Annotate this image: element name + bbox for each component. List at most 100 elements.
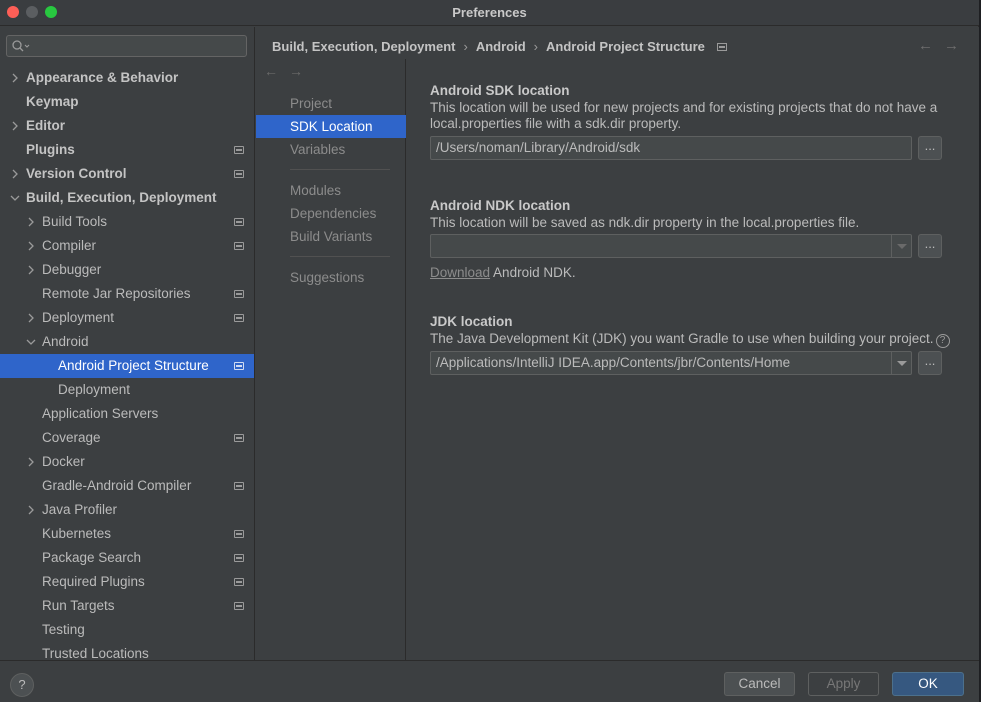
tree-item-label: Deployment [42,310,115,325]
back-arrow-icon[interactable]: ← [918,37,933,54]
project-level-icon [234,218,244,226]
tree-item[interactable]: Docker [0,450,254,474]
nav-divider [290,169,390,170]
tree-item-label: Build, Execution, Deployment [26,190,217,205]
chevron-right-icon[interactable] [25,306,37,330]
ok-button[interactable]: OK [892,672,964,696]
chevron-right-icon[interactable] [25,234,37,258]
nav-back-icon[interactable]: ← [264,63,278,79]
chevron-down-icon[interactable] [9,186,21,210]
chevron-right-icon[interactable] [25,258,37,282]
ndk-path-combo[interactable] [430,234,912,258]
chevron-down-icon[interactable] [891,235,911,257]
tree-item[interactable]: Build Tools [0,210,254,234]
project-level-icon [234,362,244,370]
tree-item[interactable]: Deployment [0,306,254,330]
tree-item-label: Application Servers [42,406,159,421]
project-level-icon [234,290,244,298]
nav-item-build-variants[interactable]: Build Variants [256,225,406,248]
tree-item[interactable]: Appearance & Behavior [0,66,254,90]
tree-item-label: Docker [42,454,85,469]
project-level-icon [234,578,244,586]
tree-item[interactable]: Android [0,330,254,354]
sdk-section-title: Android SDK location [430,83,570,98]
tree-item[interactable]: Application Servers [0,402,254,426]
download-ndk-link[interactable]: Download [430,265,490,280]
sdk-path-field[interactable]: /Users/noman/Library/Android/sdk [430,136,912,160]
chevron-down-icon[interactable] [25,330,37,354]
ndk-browse-button[interactable]: ... [918,234,942,258]
apply-button[interactable]: Apply [808,672,879,696]
project-level-icon [234,554,244,562]
project-level-icon [234,242,244,250]
tree-item[interactable]: Package Search [0,546,254,570]
download-ndk-suffix: Android NDK. [490,265,576,280]
tree-item[interactable]: Editor [0,114,254,138]
breadcrumb-separator: › [463,39,468,55]
tree-item[interactable]: Android Project Structure [0,354,254,378]
help-button[interactable]: ? [10,673,34,697]
tree-item[interactable]: Kubernetes [0,522,254,546]
chevron-right-icon[interactable] [25,210,37,234]
settings-search-input[interactable] [6,35,247,57]
jdk-path-combo[interactable]: /Applications/IntelliJ IDEA.app/Contents… [430,351,912,375]
breadcrumb-separator: › [533,39,538,55]
ndk-download-row: Download Android NDK. [430,265,950,281]
breadcrumb-item[interactable]: Android [476,39,526,54]
tree-item[interactable]: Trusted Locations [0,642,254,660]
tree-item-label: Required Plugins [42,574,145,589]
nav-item-dependencies[interactable]: Dependencies [256,202,406,225]
tree-item[interactable]: Coverage [0,426,254,450]
tree-item-label: Testing [42,622,85,637]
nav-forward-icon[interactable]: → [289,63,303,79]
nav-item-suggestions[interactable]: Suggestions [256,266,406,289]
tree-item[interactable]: Plugins [0,138,254,162]
breadcrumb-item: Android Project Structure [545,39,705,55]
chevron-right-icon[interactable] [25,450,37,474]
tree-item[interactable]: Gradle-Android Compiler [0,474,254,498]
tree-item[interactable]: Debugger [0,258,254,282]
tree-item[interactable]: Remote Jar Repositories [0,282,254,306]
tree-item[interactable]: Keymap [0,90,254,114]
chevron-right-icon[interactable] [9,114,21,138]
tree-item-label: Kubernetes [42,526,112,541]
tree-item-label: Editor [26,118,65,133]
tree-item[interactable]: Deployment [0,378,254,402]
preferences-window: Preferences Appearance & Behavior Keymap E… [0,0,979,702]
nav-item-project[interactable]: Project [256,92,406,115]
tree-item[interactable]: Compiler [0,234,254,258]
tree-item-label: Debugger [42,262,102,277]
chevron-down-icon[interactable] [891,352,911,374]
ndk-description: This location will be saved as ndk.dir p… [430,215,860,230]
settings-tree-panel: Appearance & Behavior Keymap Editor Plugins… [0,27,255,660]
tree-item-label: Coverage [42,430,101,445]
project-level-icon [234,314,244,322]
title-bar: Preferences [0,0,979,26]
sdk-browse-button[interactable]: ... [918,136,942,160]
nav-item-modules[interactable]: Modules [256,179,406,202]
tree-item-label: Version Control [26,166,127,181]
cancel-button[interactable]: Cancel [724,672,795,696]
chevron-right-icon[interactable] [25,498,37,522]
project-level-icon [716,42,727,51]
tree-item-label: Android [42,334,89,349]
tree-item[interactable]: Build, Execution, Deployment [0,186,254,210]
chevron-right-icon[interactable] [9,66,21,90]
help-icon[interactable]: ? [935,334,950,348]
chevron-right-icon[interactable] [9,162,21,186]
nav-item-sdk-location[interactable]: SDK Location [256,115,406,138]
forward-arrow-icon[interactable]: → [944,37,959,54]
breadcrumb-item[interactable]: Build, Execution, Deployment [272,39,455,54]
tree-item-label: Build Tools [42,214,108,229]
project-structure-nav: ← → Project SDK Location Variables Modul… [256,59,406,660]
tree-item-label: Java Profiler [42,502,118,517]
nav-divider [290,256,390,257]
settings-tree: Appearance & Behavior Keymap Editor Plugins… [0,66,254,660]
tree-item[interactable]: Required Plugins [0,570,254,594]
nav-item-variables[interactable]: Variables [256,138,406,161]
tree-item[interactable]: Run Targets [0,594,254,618]
tree-item[interactable]: Java Profiler [0,498,254,522]
tree-item[interactable]: Testing [0,618,254,642]
jdk-browse-button[interactable]: ... [918,351,942,375]
tree-item[interactable]: Version Control [0,162,254,186]
